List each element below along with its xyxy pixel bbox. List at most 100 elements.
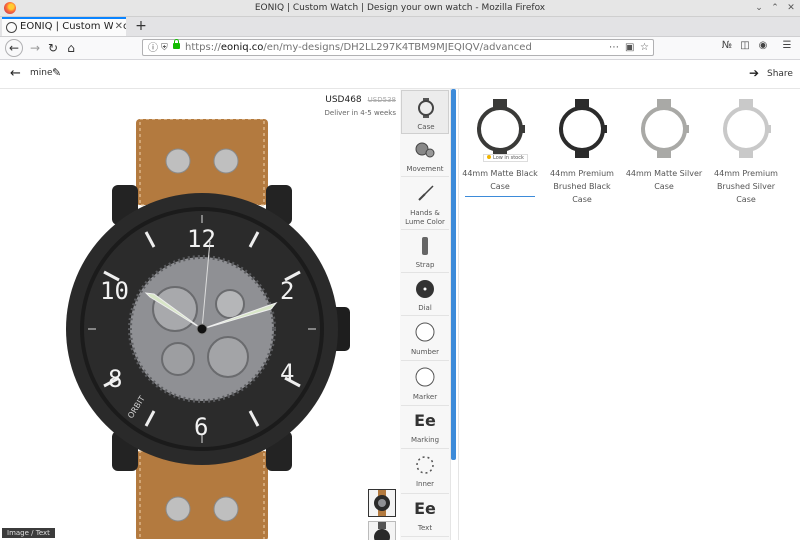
url-scheme: https://: [185, 42, 221, 53]
watch-hands-icon: [418, 185, 434, 201]
case-option-label: 44mm Matte Black Case: [462, 169, 538, 191]
strap-rivet: [165, 496, 191, 522]
numeral-12: 12: [187, 225, 216, 253]
library-icon[interactable]: №: [720, 40, 734, 51]
marking-ee-icon: Ee: [414, 411, 436, 430]
watch-preview: USD468 USD538 Deliver in 4-5 weeks 12 2 …: [2, 89, 400, 540]
design-name[interactable]: mine: [30, 68, 53, 78]
case-thumbnail-icon: [477, 99, 525, 158]
watch-image: 12 2 4 6 8 10 ORBIT: [66, 119, 350, 539]
menu-item-hands[interactable]: Hands & Lume Color: [401, 178, 449, 230]
window-titlebar: EONIQ | Custom Watch | Design your own w…: [0, 0, 800, 17]
strap-icon: [422, 237, 428, 255]
numeral-8: 8: [108, 365, 122, 393]
close-window-icon[interactable]: ✕: [784, 0, 798, 16]
new-tab-button[interactable]: +: [133, 17, 149, 36]
menu-item-label: Hands & Lume Color: [405, 209, 445, 226]
menu-item-label: Marker: [412, 393, 438, 401]
share-icon[interactable]: ➔: [749, 66, 759, 80]
menu-item-label: Dial: [418, 304, 432, 312]
tab-favicon-icon: [6, 22, 17, 33]
strap-rivet: [213, 496, 239, 522]
selected-underline: [465, 196, 535, 197]
url-path: /en/my-designs/DH2LL297K4TBM9MJEQIQV/adv…: [263, 42, 532, 53]
strap-top: [136, 119, 268, 205]
menu-item-label: Text: [417, 524, 433, 532]
firefox-logo-icon: [4, 2, 16, 14]
account-icon[interactable]: ◉: [756, 40, 770, 51]
arrow-left-icon[interactable]: ←: [10, 66, 21, 81]
menu-item-marker[interactable]: Marker: [401, 362, 449, 406]
stock-badge: Low in stock: [483, 154, 528, 162]
number-circle-icon: [415, 322, 435, 342]
tracking-shield-icon[interactable]: ⛨: [161, 41, 168, 56]
case-option-label: 44mm Matte Silver Case: [625, 169, 703, 191]
maximize-icon[interactable]: ⌃: [768, 0, 782, 16]
url-text[interactable]: https://eoniq.co/en/my-designs/DH2LL297K…: [185, 40, 532, 55]
numeral-4: 4: [280, 359, 294, 387]
view-thumbnail-front[interactable]: [368, 489, 396, 517]
menu-item-label: Case: [417, 123, 435, 131]
back-button[interactable]: ←: [5, 39, 23, 57]
marker-circle-icon: [415, 367, 435, 387]
menu-item-strap[interactable]: Strap: [401, 231, 449, 273]
text-ee-icon: Ee: [414, 499, 436, 518]
sidebar-icon[interactable]: ◫: [738, 40, 752, 51]
image-text-tag[interactable]: Image / Text: [2, 528, 55, 538]
numeral-6: 6: [194, 413, 208, 441]
numeral-2: 2: [280, 277, 294, 305]
menu-item-label: Movement: [406, 165, 444, 173]
pocket-icon[interactable]: ▣: [625, 40, 634, 55]
minimize-icon[interactable]: ⌄: [752, 0, 766, 16]
pencil-icon[interactable]: ✎: [52, 66, 61, 79]
case-thumbnail-icon: [559, 99, 607, 158]
url-bar[interactable]: ⓘ ⛨ https://eoniq.co/en/my-designs/DH2LL…: [142, 39, 654, 56]
case-option-label: 44mm Premium Brushed Black Case: [550, 169, 614, 204]
current-price: USD468: [325, 95, 362, 105]
tab-strip: EONIQ | Custom Watch ✕ +: [0, 17, 800, 37]
reload-button[interactable]: ↻: [44, 39, 62, 57]
hamburger-menu-icon[interactable]: ☰: [780, 40, 794, 51]
case-option-label: 44mm Premium Brushed Silver Case: [714, 169, 778, 204]
tab-close-icon[interactable]: ✕: [112, 19, 123, 35]
info-icon[interactable]: ⓘ: [148, 41, 158, 56]
navigation-toolbar: ← → ↻ ⌂ ⓘ ⛨ https://eoniq.co/en/my-desig…: [0, 37, 800, 60]
menu-item-label: Marking: [410, 436, 440, 444]
menu-item-number[interactable]: Number: [401, 317, 449, 361]
strap-rivet: [165, 148, 191, 174]
numeral-10: 10: [100, 277, 129, 305]
lock-icon[interactable]: [173, 39, 180, 49]
menu-item-marking[interactable]: Ee Marking: [401, 407, 449, 449]
component-menu: Case Movement Hands & Lume Color Strap D…: [400, 89, 451, 540]
home-button[interactable]: ⌂: [62, 39, 80, 57]
strap-rivet: [213, 148, 239, 174]
bookmark-star-icon[interactable]: ☆: [640, 40, 649, 55]
menu-item-label: Inner: [415, 480, 435, 488]
delivery-estimate: Deliver in 4-5 weeks: [324, 109, 396, 117]
site-header: ← mine ✎ ➔ Share: [0, 60, 800, 89]
price: USD468 USD538: [325, 95, 396, 105]
case-thumbnail-icon: [641, 99, 689, 158]
menu-scrollbar[interactable]: [451, 89, 456, 460]
inner-ring-icon: [416, 456, 434, 474]
menu-item-case[interactable]: Case: [401, 90, 449, 134]
view-thumbnail-side[interactable]: [368, 521, 396, 540]
menu-item-dial[interactable]: Dial: [401, 274, 449, 316]
menu-item-inner[interactable]: Inner: [401, 450, 449, 494]
menu-item-label: Strap: [415, 261, 435, 269]
tab-title: EONIQ | Custom Watch: [20, 21, 126, 32]
dial-icon: [416, 280, 434, 298]
window-title: EONIQ | Custom Watch | Design your own w…: [254, 3, 546, 13]
menu-item-movement[interactable]: Movement: [401, 135, 449, 177]
stock-badge-text: Low in stock: [493, 155, 524, 161]
page-actions-icon[interactable]: ⋯: [609, 40, 619, 55]
forward-button[interactable]: →: [26, 39, 44, 57]
old-price: USD538: [367, 96, 396, 104]
watch-case-icon: [418, 98, 434, 118]
menu-item-text[interactable]: Ee Text: [401, 495, 449, 537]
movement-gears-icon: [415, 142, 435, 158]
share-button[interactable]: Share: [767, 69, 793, 79]
url-domain: eoniq.co: [220, 42, 264, 53]
case-thumbnail-icon: [723, 99, 771, 158]
browser-tab[interactable]: EONIQ | Custom Watch ✕: [2, 17, 126, 36]
